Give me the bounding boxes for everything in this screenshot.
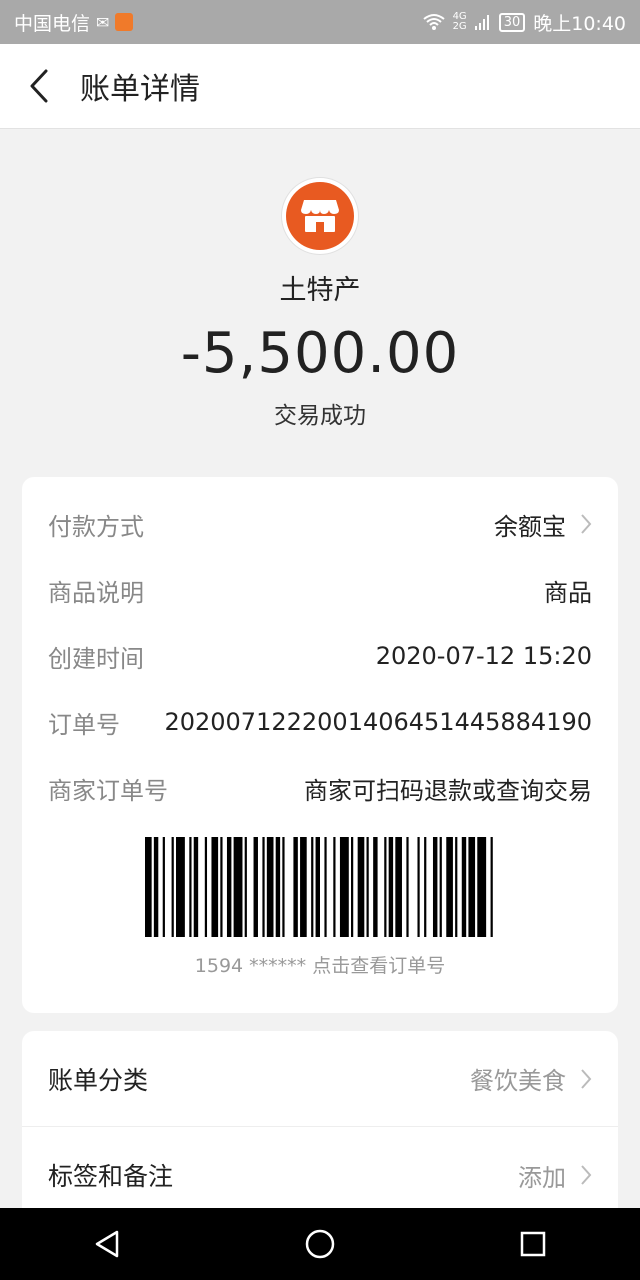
chevron-right-icon [581, 1165, 592, 1185]
chevron-left-icon [30, 69, 48, 103]
merchant-avatar [282, 178, 358, 254]
nav-home-button[interactable] [290, 1214, 350, 1274]
merchant-summary: 土特产 -5,500.00 交易成功 [0, 178, 640, 430]
merchant-order-row: 商家订单号 商家可扫码退款或查询交易 [22, 755, 618, 821]
bill-category-row[interactable]: 账单分类 餐饮美食 [22, 1031, 618, 1127]
product-description-row: 商品说明 商品 [22, 557, 618, 623]
system-nav-bar [0, 1208, 640, 1280]
carrier-name: 中国电信 [14, 12, 91, 35]
tags-notes-value: 添加 [518, 1163, 566, 1192]
notification-icon: ✉ [96, 12, 110, 32]
page-title: 账单详情 [80, 72, 200, 107]
created-time-value: 2020-07-12 15:20 [375, 642, 592, 670]
bill-extras-card: 账单分类 餐饮美食 标签和备注 添加 [22, 1031, 618, 1221]
barcode[interactable] [145, 837, 495, 937]
signal-icon [474, 15, 489, 30]
nav-recents-button[interactable] [503, 1214, 563, 1274]
back-triangle-icon [95, 1230, 118, 1258]
payment-method-row[interactable]: 付款方式 余额宝 [22, 491, 618, 557]
recents-square-icon [521, 1231, 546, 1257]
bill-category-label: 账单分类 [48, 1065, 149, 1095]
clock: 晚上10:40 [533, 12, 626, 35]
order-number-value: 2020071222001406451445884190 [164, 708, 592, 736]
battery-icon: 30 [498, 12, 526, 32]
order-number-row: 订单号 2020071222001406451445884190 [22, 689, 618, 755]
product-description-label: 商品说明 [48, 578, 144, 607]
wifi-icon [422, 14, 445, 30]
order-number-label: 订单号 [48, 710, 120, 739]
nav-back-button[interactable] [77, 1214, 137, 1274]
payment-method-value: 余额宝 [494, 512, 566, 541]
merchant-name: 土特产 [279, 275, 361, 306]
created-time-row: 创建时间 2020-07-12 15:20 [22, 623, 618, 689]
app-header: 账单详情 [0, 44, 640, 129]
chevron-right-icon [581, 514, 592, 534]
status-bar: 中国电信 ✉ 4G 2G 30 晚上10:40 [0, 0, 640, 44]
created-time-label: 创建时间 [48, 644, 144, 673]
merchant-order-label: 商家订单号 [48, 776, 168, 805]
barcode-section[interactable]: 1594 ****** 点击查看订单号 [22, 821, 618, 978]
merchant-order-value: 商家可扫码退款或查询交易 [304, 776, 592, 805]
transaction-details-card: 付款方式 余额宝 商品说明 商品 创建时间 2020-07-12 15:20 订… [22, 477, 618, 1013]
app-notification-icon [115, 13, 134, 31]
payment-method-label: 付款方式 [48, 512, 144, 541]
barcode-caption[interactable]: 1594 ****** 点击查看订单号 [22, 951, 618, 978]
back-button[interactable] [4, 44, 74, 128]
transaction-amount: -5,500.00 [180, 321, 460, 386]
transaction-status: 交易成功 [274, 403, 366, 429]
home-circle-icon [305, 1229, 335, 1259]
product-description-value: 商品 [544, 578, 592, 607]
tags-notes-label: 标签和备注 [48, 1162, 174, 1191]
store-icon [301, 200, 339, 232]
chevron-right-icon [581, 1068, 592, 1089]
network-type: 4G 2G [452, 11, 467, 32]
bill-category-value: 餐饮美食 [470, 1067, 566, 1095]
